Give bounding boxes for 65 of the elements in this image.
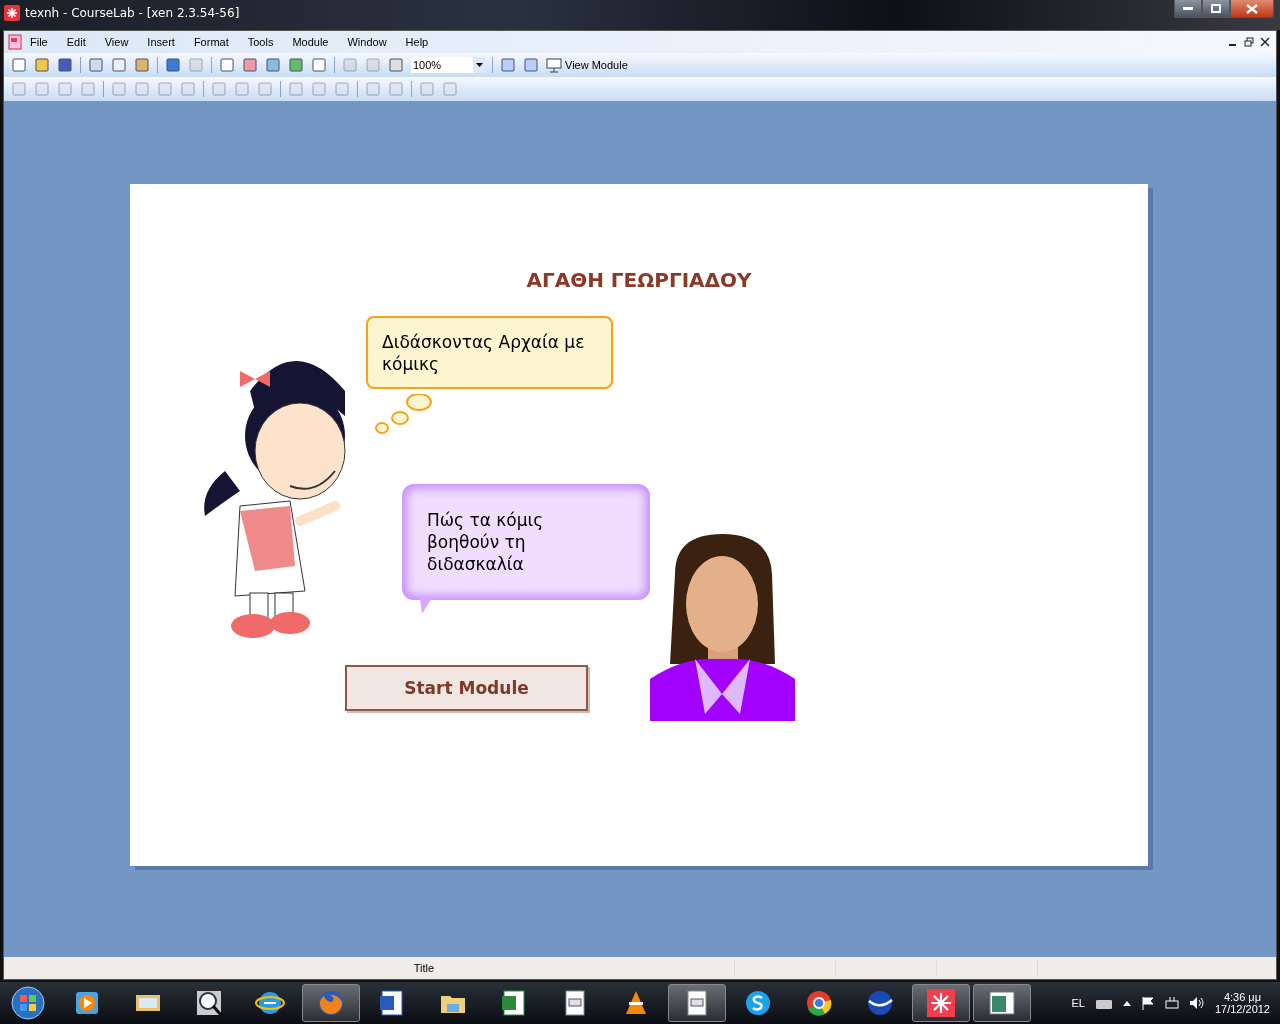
menu-item[interactable]: Format <box>191 36 231 48</box>
cut-icon[interactable] <box>88 57 104 73</box>
taskbar-button[interactable] <box>668 984 726 1022</box>
paste-icon[interactable] <box>134 57 150 73</box>
close-icon[interactable] <box>1260 37 1270 47</box>
taskbar-button[interactable] <box>912 984 970 1022</box>
menu-item[interactable]: Tools <box>245 36 276 48</box>
upload-icon[interactable] <box>500 57 516 73</box>
menu-item[interactable]: Help <box>403 36 431 48</box>
expand-tray-icon[interactable] <box>1122 1000 1131 1006</box>
menu-item[interactable]: File <box>28 36 50 48</box>
start-module-button[interactable]: Start Module <box>345 665 588 711</box>
download-icon[interactable] <box>523 57 539 73</box>
restore-icon[interactable] <box>1244 37 1254 47</box>
menu-item[interactable]: Insert <box>145 36 177 48</box>
image-insert-icon[interactable] <box>288 57 304 73</box>
language-indicator[interactable]: EL <box>1071 997 1085 1009</box>
close-icon <box>1246 3 1258 14</box>
menu-item[interactable]: Window <box>345 36 389 48</box>
clock-time[interactable]: 4:36 μμ <box>1223 991 1262 1003</box>
asterisk-icon <box>926 988 956 1018</box>
pointer-hand-icon[interactable] <box>388 57 404 73</box>
line-color-icon[interactable] <box>442 81 458 97</box>
text-box-icon[interactable] <box>219 57 235 73</box>
close-button[interactable] <box>1230 0 1274 18</box>
taskbar-button[interactable] <box>973 984 1031 1022</box>
new-document-icon[interactable] <box>11 57 27 73</box>
minimize-button[interactable] <box>1174 0 1202 18</box>
menu-item[interactable]: View <box>102 36 131 48</box>
zoom-dropdown[interactable]: 100% <box>411 57 485 73</box>
chat-icon <box>743 988 773 1018</box>
maximize-button[interactable] <box>1202 0 1230 18</box>
open-folder-icon[interactable] <box>34 57 50 73</box>
menu-item[interactable]: Edit <box>64 36 88 48</box>
view-module-button[interactable]: View Module <box>546 57 628 73</box>
menu-item[interactable]: Module <box>290 36 331 48</box>
fox-globe-icon <box>316 988 346 1018</box>
slide-title: ΑΓΑΘΗ ΓΕΩΡΓΙΑΔΟΥ <box>525 268 753 292</box>
copy-icon[interactable] <box>111 57 127 73</box>
window-title: texnh - CourseLab - [xen 2.3.54-56] <box>25 6 240 20</box>
clock-date[interactable]: 17/12/2012 <box>1214 1003 1270 1015</box>
save-icon[interactable] <box>57 57 73 73</box>
browser-icon <box>804 988 834 1018</box>
undo-icon[interactable] <box>165 57 181 73</box>
speaker-icon[interactable] <box>1188 996 1205 1010</box>
caret-icon <box>475 63 483 67</box>
minimize-icon <box>1183 6 1193 11</box>
monitor-icon <box>546 57 562 73</box>
thought-bubble: Διδάσκοντας Αρχαία με κόμικς <box>366 316 613 389</box>
thought-dots-drawing <box>375 394 435 436</box>
network-icon[interactable] <box>1164 996 1179 1010</box>
fill-color-icon[interactable] <box>419 81 435 97</box>
flag-icon[interactable] <box>1140 996 1155 1010</box>
window-icon <box>987 988 1017 1018</box>
maximize-icon <box>1211 4 1221 13</box>
person-frame-icon[interactable] <box>242 57 258 73</box>
speech-tail-drawing <box>420 598 432 614</box>
globe-icon <box>865 988 895 1018</box>
speech-bubble: Πώς τα κόμις βοηθούν τη διδασκαλία <box>402 484 650 600</box>
document-icon <box>8 34 22 50</box>
app-logo-icon <box>4 5 20 21</box>
magnifier-icon <box>194 988 224 1018</box>
pointer-icon[interactable] <box>311 57 327 73</box>
picture-icon[interactable] <box>265 57 281 73</box>
status-text: Title <box>412 962 436 974</box>
